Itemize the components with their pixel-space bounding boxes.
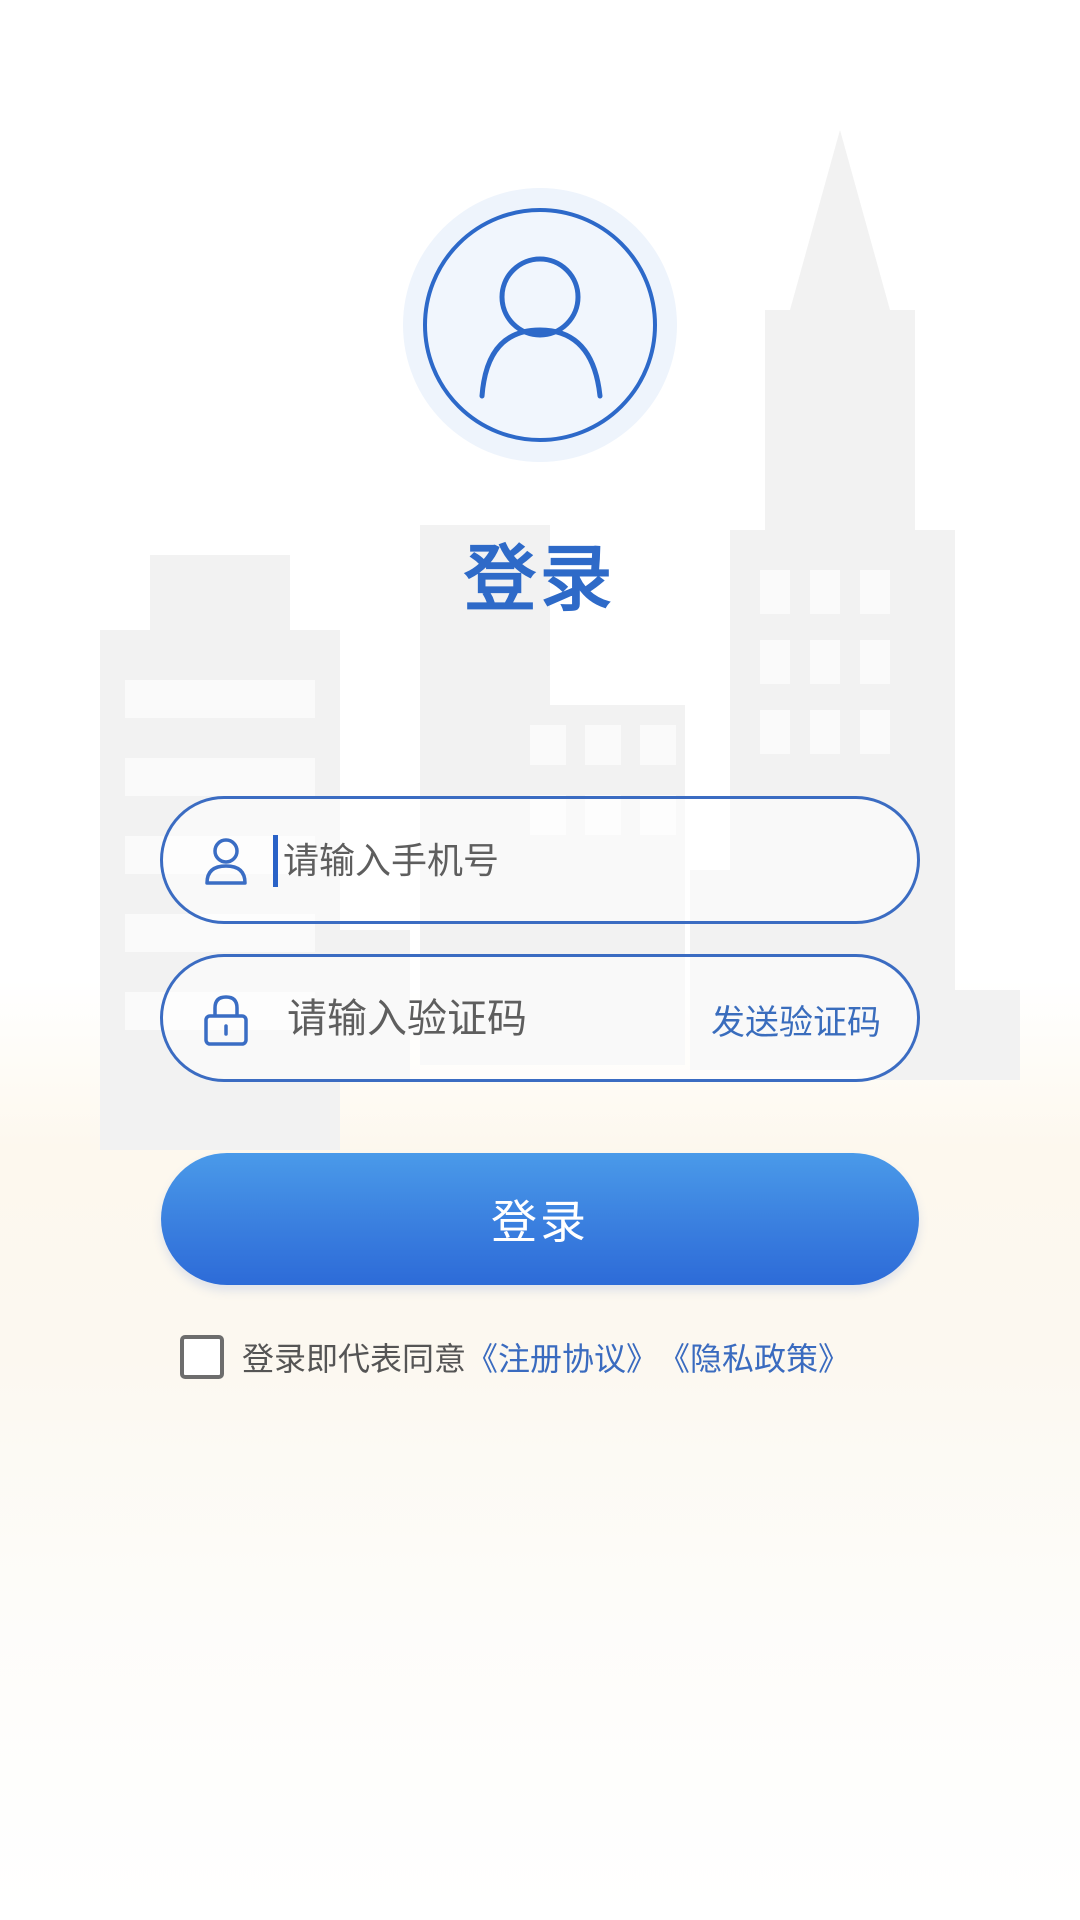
code-field[interactable]: 发送验证码 xyxy=(160,954,920,1082)
agreement-text: 登录即代表同意 xyxy=(242,1340,467,1378)
phone-field[interactable] xyxy=(160,796,920,924)
avatar xyxy=(403,188,677,462)
user-icon xyxy=(205,838,247,885)
phone-input[interactable] xyxy=(283,819,683,903)
code-input[interactable] xyxy=(287,977,687,1061)
agreement-checkbox[interactable] xyxy=(180,1335,224,1379)
avatar-circle xyxy=(423,208,657,442)
agreement-row: 登录即代表同意 《注册协议》 《隐私政策》 xyxy=(180,1332,850,1382)
page-title: 登录 xyxy=(463,537,616,621)
register-agreement-link[interactable]: 《注册协议》 xyxy=(466,1334,658,1380)
user-icon xyxy=(479,256,603,399)
login-button[interactable]: 登录 xyxy=(161,1153,919,1285)
lock-icon xyxy=(204,995,248,1046)
text-cursor xyxy=(273,835,278,887)
privacy-policy-link[interactable]: 《隐私政策》 xyxy=(658,1334,850,1380)
send-code-button[interactable]: 发送验证码 xyxy=(711,995,881,1044)
